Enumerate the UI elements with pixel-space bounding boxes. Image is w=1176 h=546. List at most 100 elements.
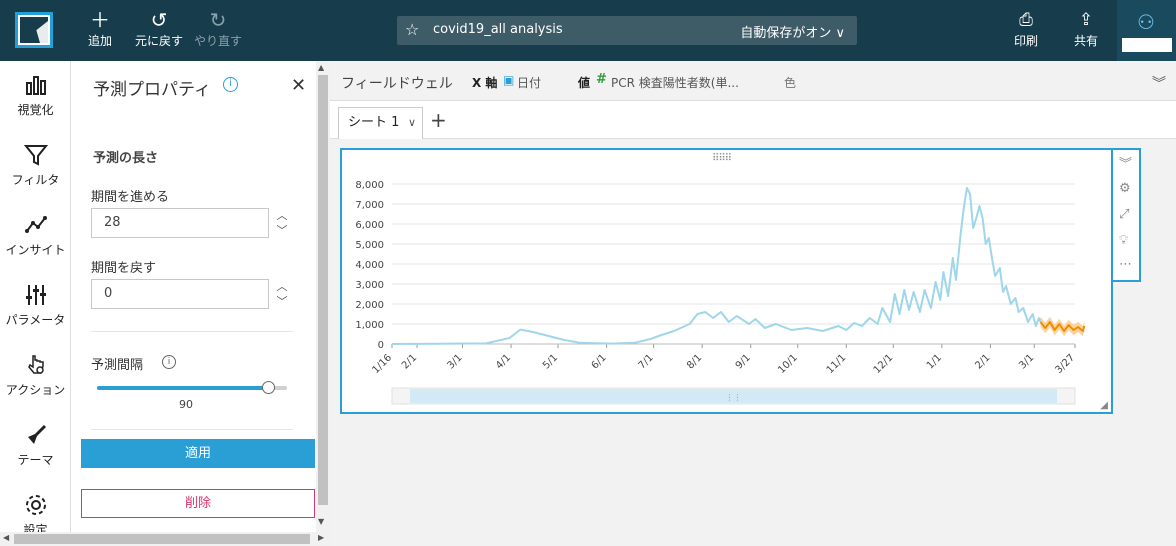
slider-thumb[interactable] — [262, 381, 275, 394]
y-tick-label: 1,000 — [355, 320, 384, 331]
resize-icon[interactable]: ◢ — [1100, 400, 1108, 411]
rail-item-visualize[interactable]: 視覚化 — [0, 73, 71, 118]
quicksight-logo[interactable] — [15, 12, 53, 48]
slider-fill — [97, 386, 268, 390]
left-rail: 視覚化 フィルタ インサイト パラメータ アクション テーマ 設定 — [0, 61, 71, 537]
rail-item-themes[interactable]: テーマ — [0, 423, 71, 468]
user-menu[interactable]: ⚇ — [1117, 0, 1176, 61]
scroll-left-icon[interactable]: ◀ — [3, 533, 9, 542]
analysis-name[interactable]: covid19_all analysis — [433, 22, 563, 37]
gear-icon — [0, 493, 71, 521]
x-tick-label: 2/1 — [973, 352, 992, 371]
analysis-title-box[interactable]: ☆ covid19_all analysis 自動保存がオン ∨ — [397, 16, 857, 45]
field-wells-title: フィールドウェル — [341, 76, 453, 92]
redo-button[interactable]: ↻ やり直す — [193, 8, 243, 49]
apply-button[interactable]: 適用 — [81, 439, 315, 468]
user-icon: ⚇ — [1137, 10, 1155, 34]
info-icon[interactable]: i — [223, 77, 238, 92]
x-tick-label: 3/1 — [445, 352, 464, 371]
scroll-up-icon[interactable]: ▲ — [318, 63, 324, 72]
visual-toolbar: ︾ ⚙ ⤢ 💡︎ ⋯ — [1113, 148, 1141, 282]
y-tick-label: 4,000 — [355, 260, 384, 271]
scroll-thumb[interactable] — [318, 75, 328, 505]
periods-backward-up-icon[interactable]: ︿ — [275, 280, 289, 294]
delete-button[interactable]: 削除 — [81, 489, 315, 518]
periods-backward-label: 期間を戻す — [91, 261, 157, 276]
insight-icon — [0, 213, 71, 241]
rail-item-parameters[interactable]: パラメータ — [0, 283, 71, 328]
add-button[interactable]: ＋ 追加 — [86, 8, 114, 49]
value-field[interactable]: PCR 検査陽性者数(単... — [611, 74, 739, 91]
user-name-box — [1122, 38, 1172, 52]
undo-icon: ↺ — [150, 8, 168, 32]
lightbulb-icon[interactable]: 💡︎ — [1119, 233, 1128, 248]
series-line-actual — [391, 187, 1042, 345]
periods-forward-input[interactable]: 28 — [91, 208, 269, 238]
x-tick-label: 4/1 — [494, 352, 513, 371]
prediction-interval-label: 予測間隔 — [91, 358, 144, 373]
scroll-thumb[interactable] — [14, 534, 310, 544]
tab-sheet-1[interactable]: シート 1 ∨ — [338, 107, 423, 139]
print-button[interactable]: ⎙ 印刷 — [1012, 8, 1040, 49]
y-tick-label: 2,000 — [355, 300, 384, 311]
scroll-right-icon[interactable]: ▶ — [318, 533, 324, 542]
close-icon[interactable]: ✕ — [291, 75, 306, 96]
range-grip-icon: ⋮⋮ — [726, 393, 742, 402]
forecast-properties-panel: 予測プロパティ i ✕ 予測の長さ 期間を進める 28 ︿ ﹀ 期間を戻す 0 … — [71, 61, 316, 532]
panel-horizontal-scrollbar[interactable]: ◀ ▶ — [0, 532, 330, 546]
share-icon: ⇪ — [1078, 10, 1094, 30]
add-sheet-icon[interactable]: + — [430, 108, 447, 132]
x-tick-label: 7/1 — [637, 352, 656, 371]
line-chart-visual[interactable]: ⠿⠿⠿ 0 1,000 2,000 3,000 4,000 5,000 6,000 7,000… — [340, 148, 1113, 414]
panel-title: 予測プロパティ — [93, 80, 211, 100]
expand-icon[interactable]: ⤢ — [1119, 207, 1129, 222]
x-tick-label: 1/16 — [370, 352, 394, 376]
bar-chart-icon — [0, 73, 71, 101]
collapse-icon[interactable]: ︾ — [1119, 153, 1132, 172]
sliders-icon — [0, 283, 71, 311]
x-axis-field[interactable]: 日付 — [517, 74, 541, 91]
analysis-canvas: ⠿⠿⠿ 0 1,000 2,000 3,000 4,000 5,000 6,000 7,000… — [330, 139, 1176, 546]
rail-item-insights[interactable]: インサイト — [0, 213, 71, 258]
periods-backward-input[interactable]: 0 — [91, 279, 269, 309]
x-tick-label: 1/1 — [925, 352, 944, 371]
prediction-interval-slider[interactable] — [97, 381, 287, 394]
x-tick-label: 2/1 — [400, 352, 419, 371]
sheet-tabs: シート 1 ∨ + — [330, 101, 1176, 139]
x-tick-label: 10/1 — [776, 352, 800, 376]
x-tick-label: 12/1 — [872, 352, 896, 376]
more-icon[interactable]: ⋯ — [1119, 257, 1132, 272]
printer-icon: ⎙ — [1019, 10, 1033, 30]
periods-backward-down-icon[interactable]: ﹀ — [275, 295, 289, 309]
y-tick-label: 6,000 — [355, 220, 384, 231]
x-tick-label: 3/1 — [1017, 352, 1036, 371]
undo-button[interactable]: ↺ 元に戻す — [134, 8, 184, 49]
gear-icon[interactable]: ⚙ — [1119, 181, 1131, 196]
periods-forward-down-icon[interactable]: ﹀ — [275, 224, 289, 238]
star-icon[interactable]: ☆ — [405, 20, 419, 39]
x-tick-label: 8/1 — [685, 352, 704, 371]
collapse-icon[interactable]: ︾ — [1152, 73, 1166, 93]
line-chart: 0 1,000 2,000 3,000 4,000 5,000 6,000 7,000 8,00… — [355, 180, 1086, 405]
y-tick-label: 3,000 — [355, 280, 384, 291]
autosave-dropdown[interactable]: 自動保存がオン ∨ — [740, 22, 845, 41]
share-button[interactable]: ⇪ 共有 — [1072, 8, 1100, 49]
panel-vertical-scrollbar[interactable]: ▲ ▼ — [316, 61, 330, 532]
info-icon[interactable]: i — [162, 355, 176, 369]
x-tick-label: 5/1 — [541, 352, 560, 371]
field-wells: フィールドウェル X 軸 ▣ 日付 値 # PCR 検査陽性者数(単... 色 … — [330, 61, 1176, 101]
action-icon — [0, 353, 71, 381]
redo-icon: ↻ — [209, 8, 227, 32]
rail-item-filter[interactable]: フィルタ — [0, 143, 71, 188]
top-bar: ＋ 追加 ↺ 元に戻す ↻ やり直す ☆ covid19_all analysi… — [0, 0, 1176, 61]
y-tick-label: 0 — [378, 340, 384, 351]
y-tick-label: 5,000 — [355, 240, 384, 251]
panel-divider — [91, 429, 293, 430]
periods-forward-up-icon[interactable]: ︿ — [275, 209, 289, 223]
color-well[interactable]: 色 — [784, 74, 796, 91]
scroll-down-icon[interactable]: ▼ — [318, 517, 324, 526]
chevron-down-icon[interactable]: ∨ — [408, 108, 416, 138]
x-tick-label: 9/1 — [734, 352, 753, 371]
periods-forward-label: 期間を進める — [91, 190, 170, 205]
rail-item-actions[interactable]: アクション — [0, 353, 71, 398]
